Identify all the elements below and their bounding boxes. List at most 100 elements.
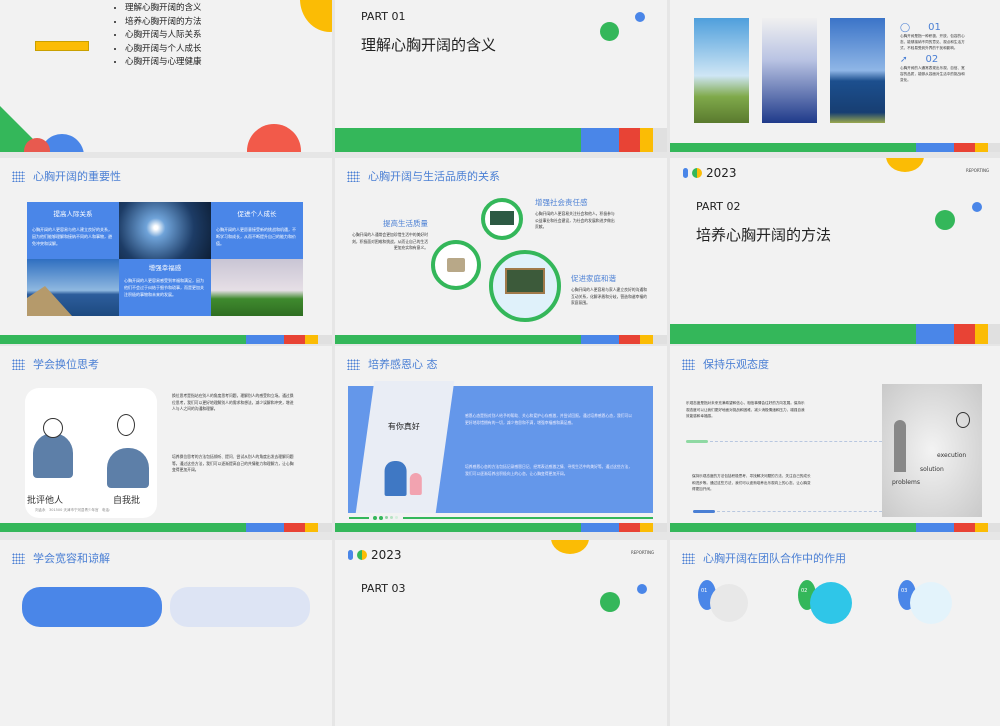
body-text: 换位思考是指站在别人的角度思考问题，理解别人的感受和立场。通过换位思考，我们可以… — [172, 393, 294, 411]
box-text: 心胸开阔的人更愿意接受新的挑战和机遇，不断学习和成长，从而不断提升自己的能力和价… — [216, 227, 296, 246]
slide-thumbnail-meaning[interactable]: ◯ 01 心胸开阔是指一种积极、开放、包容的心态，能够接纳不同的意见、观点和生活方… — [670, 0, 1000, 152]
divider — [349, 517, 369, 519]
photo-cliff — [694, 18, 749, 123]
light-card — [170, 587, 310, 627]
photo-sea — [762, 18, 817, 123]
cartoon-image: 批评他人 自我批 刘孟永 301500 天津市宁河县青少年宫 电话: — [25, 388, 157, 518]
slide-thumbnail-part02[interactable]: 2023 REPORTING PART 02 培养心胸开阔的方法 — [670, 158, 1000, 344]
slide-thumbnail-empathy[interactable]: 学会换位思考 批评他人 自我批 刘孟永 301500 天津市宁河县青少年宫 电话… — [0, 346, 332, 532]
dots-icon — [12, 170, 25, 182]
point-text: 心胸开阔是指一种积极、开放、包容的心态，能够接纳不同的意见、观点和生活方式，不轻… — [900, 34, 965, 50]
slide-title: 心胸开阔在团队合作中的作用 — [703, 552, 846, 565]
cartoon-credit: 刘孟永 301500 天津市宁河县青少年宫 电话: — [35, 508, 111, 512]
pagination-dots[interactable] — [373, 516, 398, 520]
toc-item: 培养心胸开阔的方法 — [125, 16, 202, 30]
red-circle-decoration — [247, 124, 301, 152]
photo-mountain-climber — [27, 259, 119, 316]
point-number: 02 — [925, 54, 939, 65]
color-bar — [0, 523, 332, 532]
diagram-word: solution — [920, 466, 944, 473]
slide-title: 学会换位思考 — [33, 358, 99, 371]
part-label: PART 01 — [361, 10, 406, 23]
card-caption: 有你真好 — [387, 422, 420, 431]
slide-thumbnail-gratitude[interactable]: 培养感恩心 态 有你真好 感恩心态是指对别人给予的帮助、关心和爱护心存感激，并尝… — [335, 346, 667, 532]
section-title: 理解心胸开阔的含义 — [361, 36, 497, 54]
part-label: PART 02 — [696, 200, 741, 213]
slide-thumbnail-tolerance[interactable]: 学会宽容和谅解 — [0, 540, 332, 726]
color-bar — [0, 335, 332, 344]
photo-arms-raised — [119, 202, 211, 259]
slide-thumbnail-part03[interactable]: 2023 REPORTING PART 03 — [335, 540, 667, 726]
books-illustration — [431, 240, 481, 290]
box-text: 心胸开阔的人更容易与他人建立良好的关系，因为他们能够理解和接纳不同的人和事物，避… — [32, 227, 112, 246]
slide-title: 心胸开阔的重要性 — [33, 170, 121, 183]
year-label: 2023 — [371, 548, 402, 562]
lightbulb-icon: ◯ — [900, 22, 911, 33]
info-box: 增强幸福感心胸开阔的人更容易感受到幸福和满足，因为他们不会过于纠结于细节和琐事，… — [119, 259, 211, 316]
dots-icon — [682, 552, 695, 564]
toc-item: 理解心胸开阔的含义 — [125, 2, 202, 16]
stairs-illustration: problems solution execution — [882, 384, 982, 517]
body-text: 乐观态度是指对未来充满希望和信心，相信事情会往好的方向发展。保持乐观态度可以让我… — [686, 401, 805, 418]
blue-dot-decoration — [635, 12, 645, 22]
logo: 2023 — [683, 166, 737, 180]
accent-bar-green — [686, 440, 708, 443]
dots-icon — [347, 358, 360, 370]
reporting-label: REPORTING — [966, 168, 990, 173]
slide-thumbnail-optimism[interactable]: 保持乐观态度 乐观态度是指对未来充满希望和信心，相信事情会往好的方向发展。保持乐… — [670, 346, 1000, 532]
yellow-circle-decoration — [886, 158, 924, 172]
dots-icon — [682, 358, 695, 370]
yellow-circle-decoration — [551, 540, 589, 554]
point-responsibility: 增强社会责任感心胸开阔的人更容易关注社会和他人，积极参与公益事业和社会建设，为社… — [535, 197, 617, 231]
box-title: 促进个人成长 — [237, 210, 277, 218]
point-text: 心胸开阔的人通常表现出乐观、自信、宽容的品质，能够从容面对生活中的挑战和变化。 — [900, 66, 965, 82]
point-text: 心胸开阔的人通常会更加珍惜生活中的美好时刻，积极面对困难和挑战，从而让自己的生活… — [352, 232, 428, 250]
paperclip-icon: ➚ — [900, 54, 908, 65]
yellow-bar-decoration — [35, 41, 89, 51]
dashed-divider — [710, 441, 882, 442]
divider — [403, 517, 653, 519]
slide-title: 心胸开阔与生活品质的关系 — [368, 170, 500, 183]
dots-icon — [12, 552, 25, 564]
teacher-illustration — [481, 198, 523, 240]
point-family: 促进家庭和谐 心胸开阔的人更容易与家人建立良好的沟通和互动关系，化解矛盾和分歧，营… — [571, 273, 649, 307]
dots-icon — [347, 170, 360, 182]
green-dot-decoration — [600, 592, 620, 612]
body-text: 感恩心态是指对别人给予的帮助、关心和爱护心存感激，并尝试回报。通过培养感恩心态，… — [465, 413, 633, 425]
logo: 2023 — [348, 548, 402, 562]
diagram-word: problems — [892, 479, 920, 486]
team-image — [710, 584, 748, 622]
section-title: 培养心胸开阔的方法 — [696, 226, 832, 244]
slide-title: 学会宽容和谅解 — [33, 552, 110, 565]
blue-dot-decoration — [972, 202, 982, 212]
dots-icon — [12, 358, 25, 370]
box-text: 心胸开阔的人更容易感受到幸福和满足，因为他们不会过于纠结于细节和琐事，而是更加关… — [124, 278, 204, 297]
slide-thumbnail-toc[interactable]: 理解心胸开阔的含义 培养心胸开阔的方法 心胸开阔与人际关系 心胸开阔与个人成长 … — [0, 0, 332, 152]
reporting-label: REPORTING — [631, 550, 655, 555]
photo-field — [211, 259, 303, 316]
toc-item: 心胸开阔与个人成长 — [125, 43, 202, 57]
accent-bar-blue — [693, 510, 715, 513]
box-title: 增强幸福感 — [148, 264, 182, 272]
diagram-word: execution — [937, 452, 967, 459]
slide-thumbnail-part01[interactable]: PART 01 理解心胸开阔的含义 — [335, 0, 667, 152]
info-box: 提高人际关系 心胸开阔的人更容易与他人建立良好的关系，因为他们能够理解和接纳不同的… — [27, 202, 119, 259]
color-bar — [670, 324, 1000, 344]
slide-thumbnail-importance[interactable]: 心胸开阔的重要性 提高人际关系 心胸开阔的人更容易与他人建立良好的关系，因为他们能… — [0, 158, 332, 344]
slide-title: 培养感恩心 态 — [368, 358, 438, 371]
point-title: 增强社会责任感 — [535, 198, 588, 207]
photo-ocean-view — [830, 18, 885, 123]
blue-card — [22, 587, 162, 627]
toc-list: 理解心胸开阔的含义 培养心胸开阔的方法 心胸开阔与人际关系 心胸开阔与个人成长 … — [125, 2, 202, 70]
slide-thumbnail-teamwork[interactable]: 心胸开阔在团队合作中的作用 01 02 03 — [670, 540, 1000, 726]
point-text: 心胸开阔的人更容易关注社会和他人，积极参与公益事业和社会建设，为社会的发展和进步… — [535, 211, 615, 229]
slide-thumbnail-life-quality[interactable]: 心胸开阔与生活品质的关系 提高生活质量心胸开阔的人通常会更加珍惜生活中的美好时刻… — [335, 158, 667, 344]
toc-item: 心胸开阔与人际关系 — [125, 29, 202, 43]
lightbulb-icon — [956, 412, 970, 428]
color-bar — [335, 128, 667, 152]
point-title: 提高生活质量 — [383, 219, 428, 228]
point-text: 心胸开阔的人更容易与家人建立良好的沟通和互动关系，化解矛盾和分歧，营造和谐幸福的… — [571, 287, 647, 305]
point-number: 01 — [928, 22, 941, 33]
slide-title: 保持乐观态度 — [703, 358, 769, 371]
dashed-divider — [717, 511, 882, 512]
